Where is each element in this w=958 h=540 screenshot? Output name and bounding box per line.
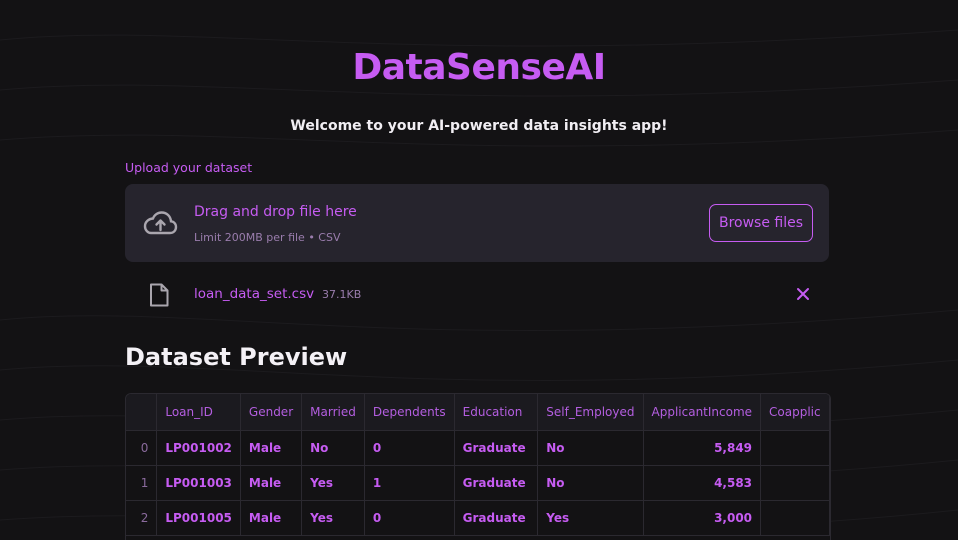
cell-education[interactable]: Graduate <box>454 465 539 501</box>
file-name: loan_data_set.csv <box>194 286 315 302</box>
cell-married[interactable]: No <box>301 430 365 466</box>
cell-coapplicant[interactable] <box>760 430 830 466</box>
table-header-row: Loan_ID Gender Married Dependents Educat… <box>126 394 830 431</box>
cell-education[interactable]: Graduate <box>454 430 539 466</box>
table-row: 1 LP001003 Male Yes 1 Graduate No 4,583 <box>126 465 830 501</box>
cell-applicant-income[interactable]: 5,849 <box>643 430 762 466</box>
cell-dependents[interactable]: 0 <box>364 430 455 466</box>
file-icon <box>150 283 169 307</box>
cell-gender[interactable]: Male <box>240 430 303 466</box>
close-icon[interactable] <box>794 285 812 303</box>
column-header-married[interactable]: Married <box>301 394 365 431</box>
cell-married[interactable]: Yes <box>301 500 365 536</box>
cell-self-employed[interactable]: No <box>537 430 644 466</box>
browse-files-button[interactable]: Browse files <box>709 204 813 242</box>
dataset-preview-title: Dataset Preview <box>125 343 348 371</box>
cell-dependents[interactable]: 0 <box>364 500 455 536</box>
column-header-dependents[interactable]: Dependents <box>364 394 455 431</box>
drop-title: Drag and drop file here <box>194 204 357 220</box>
cell-loan-id[interactable]: LP001003 <box>156 465 241 501</box>
cell-applicant-income[interactable]: 4,583 <box>643 465 762 501</box>
column-header-gender[interactable]: Gender <box>240 394 303 431</box>
cell-coapplicant[interactable] <box>760 500 830 536</box>
row-index[interactable]: 2 <box>126 500 158 536</box>
dataset-preview-table[interactable]: Loan_ID Gender Married Dependents Educat… <box>125 393 831 540</box>
file-size: 37.1KB <box>322 288 362 301</box>
column-header-self-employed[interactable]: Self_Employed <box>537 394 644 431</box>
table-row: 2 LP001005 Male Yes 0 Graduate Yes 3,000 <box>126 500 830 536</box>
column-header-education[interactable]: Education <box>454 394 539 431</box>
cell-applicant-income[interactable]: 3,000 <box>643 500 762 536</box>
column-header-loan-id[interactable]: Loan_ID <box>156 394 241 431</box>
cell-self-employed[interactable]: No <box>537 465 644 501</box>
app-title: DataSenseAI <box>352 47 606 88</box>
upload-limit-text: Limit 200MB per file • CSV <box>194 231 341 244</box>
file-dropzone[interactable]: Drag and drop file here Limit 200MB per … <box>125 184 829 262</box>
cell-loan-id[interactable]: LP001005 <box>156 500 241 536</box>
cell-married[interactable]: Yes <box>301 465 365 501</box>
cell-gender[interactable]: Male <box>240 465 303 501</box>
table-row: 0 LP001002 Male No 0 Graduate No 5,849 <box>126 430 830 466</box>
column-header-index[interactable] <box>126 394 158 431</box>
cell-self-employed[interactable]: Yes <box>537 500 644 536</box>
row-index[interactable]: 0 <box>126 430 158 466</box>
cell-dependents[interactable]: 1 <box>364 465 455 501</box>
cell-loan-id[interactable]: LP001002 <box>156 430 241 466</box>
cell-gender[interactable]: Male <box>240 500 303 536</box>
cloud-upload-icon <box>143 211 178 235</box>
upload-label: Upload your dataset <box>125 160 253 175</box>
uploaded-file-row: loan_data_set.csv 37.1KB <box>125 274 829 316</box>
row-index[interactable]: 1 <box>126 465 158 501</box>
cell-education[interactable]: Graduate <box>454 500 539 536</box>
cell-coapplicant[interactable] <box>760 465 830 501</box>
column-header-coapplicant[interactable]: Coapplic <box>760 394 830 431</box>
column-header-applicant-income[interactable]: ApplicantIncome <box>643 394 762 431</box>
welcome-text: Welcome to your AI-powered data insights… <box>290 118 668 134</box>
